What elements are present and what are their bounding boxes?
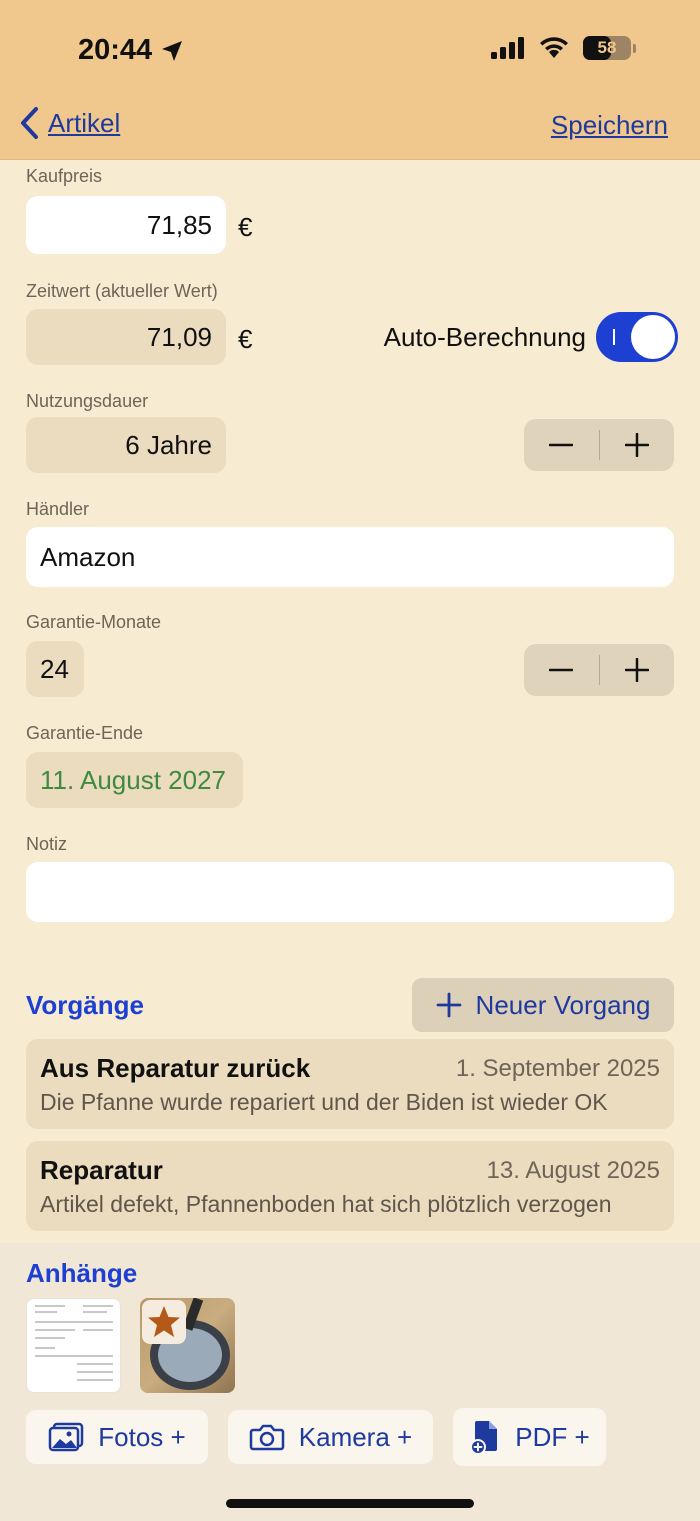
minus-icon [549,668,574,672]
garantie-monate-value: 24 [26,641,84,697]
back-button-label: Artikel [48,107,121,138]
vorgang-title: Reparatur [40,1155,163,1185]
garantie-monate-increment-button[interactable] [600,644,675,696]
pdf-add-icon [470,1421,498,1455]
garantie-monate-stepper [524,644,674,696]
kamera-button[interactable]: Kamera + [228,1410,433,1464]
kaufpreis-currency: € [238,212,253,242]
fotos-button-label: Fotos + [98,1421,186,1452]
zeitwert-label: Zeitwert (aktueller Wert) [26,281,218,301]
photo-thumbnail[interactable] [140,1298,235,1393]
kaufpreis-label: Kaufpreis [26,166,103,186]
photos-icon [49,1422,84,1452]
zeitwert-value: 71,09 [26,309,226,365]
nutzungsdauer-label: Nutzungsdauer [26,391,149,411]
nutzungsdauer-value: 6 Jahre [26,417,226,473]
document-thumbnail[interactable] [26,1298,121,1393]
fotos-button[interactable]: Fotos + [26,1410,208,1464]
favorite-badge [142,1300,186,1344]
haendler-input[interactable]: Amazon [26,527,674,587]
plus-icon [624,658,649,682]
nutzungsdauer-decrement-button[interactable] [524,419,599,471]
vorgaenge-title: Vorgänge [26,990,144,1020]
status-indicators: 58 [491,36,636,60]
anhaenge-title: Anhänge [26,1258,138,1288]
status-time: 20:44 [78,34,184,67]
battery-percent: 58 [597,38,617,57]
garantie-ende-label: Garantie-Ende [26,723,144,743]
toggle-knob [631,315,675,359]
star-icon [148,1306,180,1337]
plus-icon [436,992,461,1018]
camera-icon [249,1424,285,1451]
kamera-button-label: Kamera + [298,1421,413,1452]
chevron-left-icon [21,107,38,139]
notiz-input[interactable] [26,862,674,922]
auto-berechnung-label: Auto-Berechnung [383,322,586,352]
garantie-monate-label: Garantie-Monate [26,612,162,632]
header: 20:44 58 Artikel Speichern [0,0,700,160]
garantie-monate-decrement-button[interactable] [524,644,599,696]
vorgang-description: Artikel defekt, Pfannenboden hat sich pl… [40,1191,612,1217]
pdf-button[interactable]: PDF + [453,1408,606,1466]
vorgang-date: 13. August 2025 [486,1157,660,1184]
zeitwert-currency: € [238,324,253,354]
kaufpreis-input[interactable]: 71,85 [26,196,226,254]
vorgang-date: 1. September 2025 [455,1055,660,1082]
cellular-signal-icon [491,37,524,59]
auto-berechnung-toggle[interactable] [596,312,678,362]
minus-icon [549,443,574,447]
home-indicator [226,1499,474,1508]
status-time-text: 20:44 [78,34,153,66]
vorgang-item[interactable]: Aus Reparatur zurück 1. September 2025 D… [26,1039,674,1129]
haendler-label: Händler [26,499,90,519]
vorgang-title: Aus Reparatur zurück [40,1053,311,1083]
toggle-on-indicator [613,329,615,345]
nutzungsdauer-increment-button[interactable] [600,419,675,471]
vorgang-item[interactable]: Reparatur 13. August 2025 Artikel defekt… [26,1141,674,1231]
vorgang-description: Die Pfanne wurde repariert und der Biden… [40,1089,608,1115]
pdf-button-label: PDF + [515,1421,590,1452]
neuer-vorgang-button[interactable]: Neuer Vorgang [412,978,674,1032]
battery-tip [633,43,636,53]
save-button[interactable]: Speichern [551,110,668,141]
nutzungsdauer-stepper [524,419,674,471]
wifi-icon [540,37,568,58]
plus-icon [624,433,649,457]
notiz-label: Notiz [26,834,68,854]
battery-icon: 58 [583,36,631,60]
location-arrow-icon [162,40,183,61]
neuer-vorgang-label: Neuer Vorgang [475,989,651,1020]
back-button[interactable]: Artikel [18,106,120,140]
garantie-ende-value: 11. August 2027 [26,752,243,808]
